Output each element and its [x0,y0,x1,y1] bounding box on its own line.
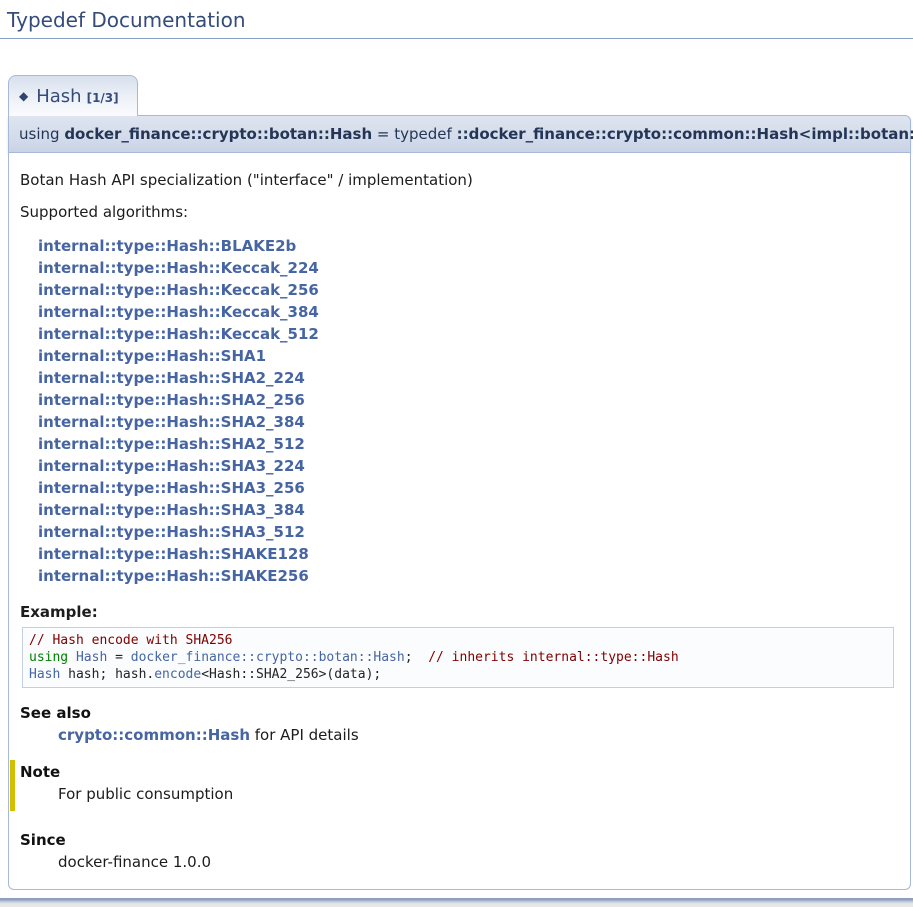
since-text: docker-finance 1.0.0 [58,853,898,871]
code-comment: // inherits internal::type::Hash [428,650,678,665]
code-plain [68,650,76,665]
prototype-name: docker_finance::crypto::botan::Hash [64,125,372,143]
code-link[interactable]: encode [154,667,201,682]
algorithm-link[interactable]: internal::type::Hash::SHAKE128 [38,545,309,563]
algorithm-list-item: internal::type::Hash::SHA3_512 [38,521,898,543]
algorithm-list-item: internal::type::Hash::SHAKE128 [38,543,898,565]
algorithm-list-item: internal::type::Hash::SHA1 [38,345,898,367]
code-line: // Hash encode with SHA256 [29,632,887,649]
algorithm-link[interactable]: internal::type::Hash::SHA2_256 [38,391,305,409]
code-link[interactable]: docker_finance::crypto::botan::Hash [131,650,405,665]
example-label: Example: [20,603,898,621]
algorithm-link[interactable]: internal::type::Hash::Keccak_512 [38,325,319,343]
permalink-diamond-icon[interactable]: ◆ [19,89,28,103]
code-plain: ; [405,650,428,665]
code-line: using Hash = docker_finance::crypto::bot… [29,649,887,666]
supported-algorithms-label: Supported algorithms: [20,203,898,221]
algorithm-link[interactable]: internal::type::Hash::SHA3_384 [38,501,305,519]
algorithm-list-item: internal::type::Hash::SHA2_256 [38,389,898,411]
member-documentation: Botan Hash API specialization ("interfac… [8,153,911,890]
typedef-member-block: ◆Hash[1/3] using docker_finance::crypto:… [8,74,911,890]
code-line: Hash hash; hash.encode<Hash::SHA2_256>(d… [29,666,887,683]
see-also-content: crypto::common::Hash for API details [58,726,898,744]
code-link[interactable]: Hash [29,667,60,682]
algorithm-list-item: internal::type::Hash::SHA3_384 [38,499,898,521]
algorithm-link[interactable]: internal::type::Hash::SHA2_384 [38,413,305,431]
prototype-using-keyword: using [19,125,60,143]
since-section: Since docker-finance 1.0.0 [20,831,898,871]
see-also-link[interactable]: crypto::common::Hash [58,726,250,744]
member-tab-name: Hash [36,86,81,107]
note-section: Note For public consumption [10,760,898,811]
page-title: Typedef Documentation [0,6,913,39]
algorithm-link[interactable]: internal::type::Hash::SHA3_224 [38,457,305,475]
see-also-suffix: for API details [250,726,359,744]
prototype-equals-typedef: = typedef [377,125,452,143]
algorithm-list-item: internal::type::Hash::SHA3_224 [38,455,898,477]
note-label: Note [20,763,898,781]
algorithm-list-item: internal::type::Hash::Keccak_224 [38,257,898,279]
algorithm-list-item: internal::type::Hash::Keccak_512 [38,323,898,345]
algorithm-link[interactable]: internal::type::Hash::SHA2_512 [38,435,305,453]
algorithm-list-item: internal::type::Hash::SHAKE256 [38,565,898,587]
algorithm-link[interactable]: internal::type::Hash::SHA3_512 [38,523,305,541]
code-plain: = [107,650,130,665]
footer-separator [0,898,913,907]
algorithm-list-item: internal::type::Hash::SHA2_512 [38,433,898,455]
since-label: Since [20,831,898,849]
code-link[interactable]: Hash [76,650,107,665]
code-comment: // Hash encode with SHA256 [29,633,233,648]
member-tab: ◆ Hash [1/3] [8,75,138,116]
code-keyword: using [29,650,68,665]
member-prototype: using docker_finance::crypto::botan::Has… [8,115,911,153]
code-plain: hash; hash. [60,667,154,682]
algorithm-link[interactable]: internal::type::Hash::SHA1 [38,347,266,365]
member-tab-overload: [1/3] [87,91,119,105]
algorithm-list-item: internal::type::Hash::SHA3_256 [38,477,898,499]
algorithm-link[interactable]: internal::type::Hash::Keccak_384 [38,303,319,321]
algorithm-list-item: internal::type::Hash::SHA2_224 [38,367,898,389]
algorithm-link[interactable]: internal::type::Hash::Keccak_256 [38,281,319,299]
algorithm-link[interactable]: internal::type::Hash::SHAKE256 [38,567,309,585]
see-also-section: See also crypto::common::Hash for API de… [20,704,898,744]
algorithm-list-item: internal::type::Hash::BLAKE2b [38,235,898,257]
algorithm-link[interactable]: internal::type::Hash::BLAKE2b [38,237,296,255]
algorithm-list-item: internal::type::Hash::Keccak_256 [38,279,898,301]
algorithm-link[interactable]: internal::type::Hash::SHA2_224 [38,369,305,387]
algorithm-list-item: internal::type::Hash::Keccak_384 [38,301,898,323]
algorithm-link[interactable]: internal::type::Hash::SHA3_256 [38,479,305,497]
code-plain: <Hash::SHA2_256>(data); [201,667,381,682]
algorithm-link[interactable]: internal::type::Hash::Keccak_224 [38,259,319,277]
content-area: Typedef Documentation ◆ Hash [1/3] using d… [0,0,913,890]
see-also-label: See also [20,704,898,722]
description-text: Botan Hash API specialization ("interfac… [20,171,898,189]
prototype-target-type: ::docker_finance::crypto::common::Hash<i… [457,125,913,143]
code-fragment: // Hash encode with SHA256using Hash = d… [22,627,894,688]
note-text: For public consumption [58,785,898,803]
algorithm-link-list: internal::type::Hash::BLAKE2binternal::t… [38,235,898,587]
algorithm-list-item: internal::type::Hash::SHA2_384 [38,411,898,433]
